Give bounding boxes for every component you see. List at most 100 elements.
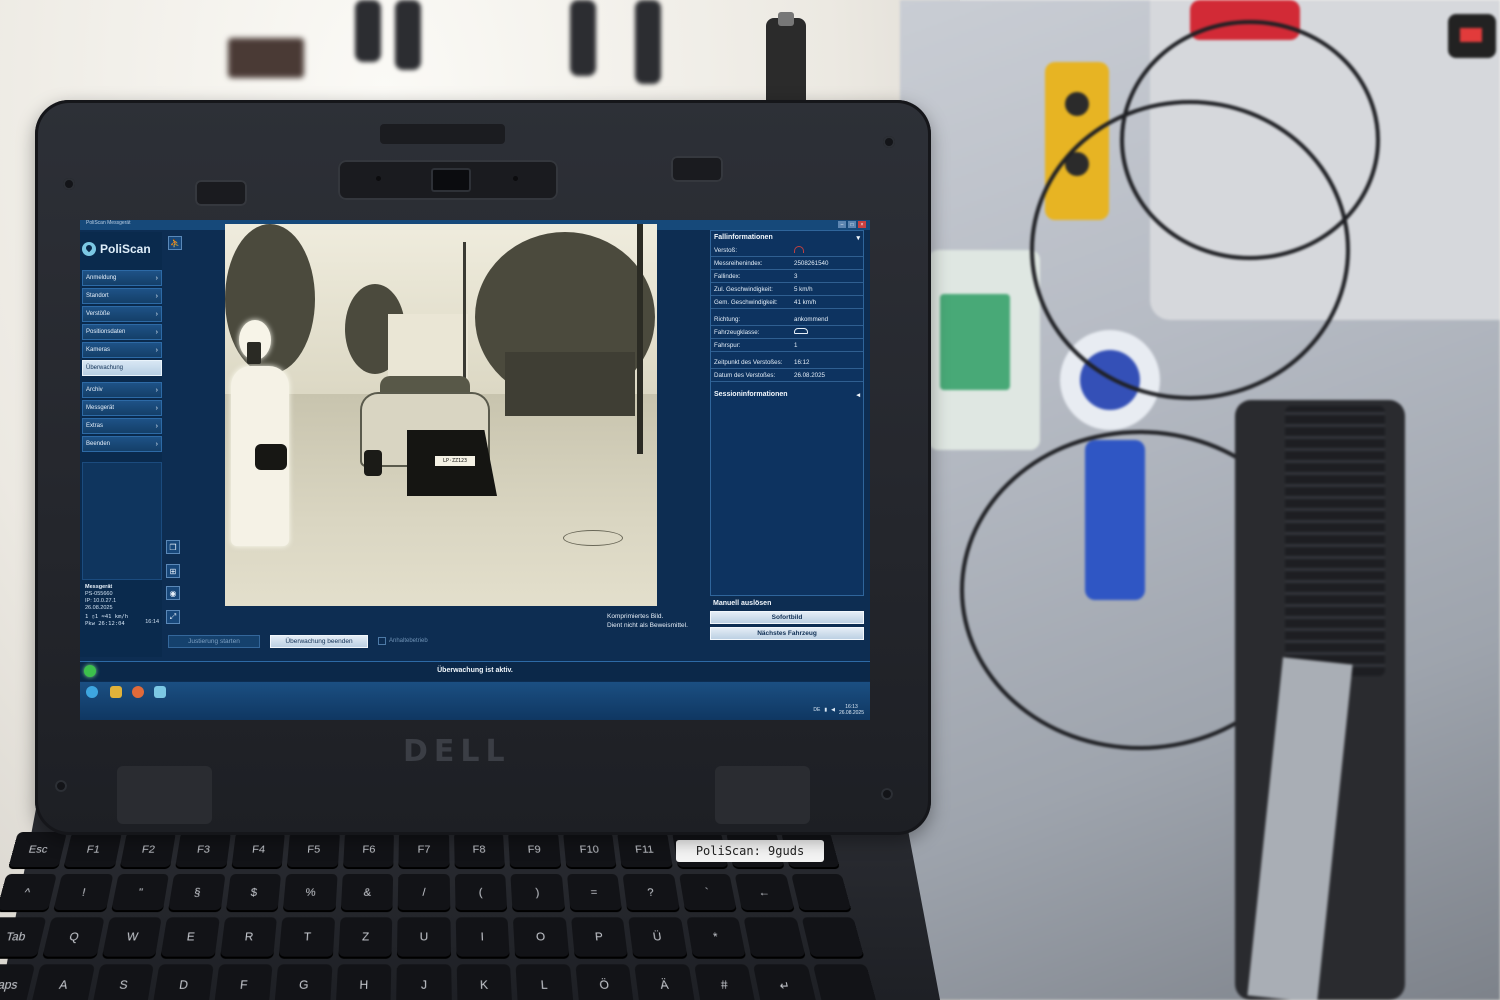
sidebar-item-messgeraet[interactable]: Messgerät › <box>82 400 162 416</box>
key[interactable]: F5 <box>287 832 340 869</box>
key[interactable]: & <box>340 873 394 913</box>
sidebar-item-ueberwachung[interactable]: Überwachung <box>82 360 162 376</box>
key[interactable]: / <box>397 873 451 913</box>
sidebar-item-extras[interactable]: Extras › <box>82 418 162 434</box>
stop-monitoring-button[interactable]: Überwachung beenden <box>270 634 368 648</box>
key[interactable]: F10 <box>562 832 617 869</box>
key[interactable]: S <box>91 963 155 1000</box>
key[interactable]: U <box>397 917 451 959</box>
chevron-right-icon: › <box>155 404 158 412</box>
key[interactable]: Ä <box>634 963 696 1000</box>
key[interactable]: % <box>283 873 338 913</box>
key[interactable]: ↵ <box>752 963 818 1000</box>
sidebar-item-standort[interactable]: Standort › <box>82 288 162 304</box>
key[interactable]: F3 <box>175 832 231 869</box>
start-alignment-button[interactable]: Justierung starten <box>168 634 260 648</box>
hinge-left <box>117 766 212 824</box>
network-icon[interactable]: ▮ <box>824 707 827 713</box>
key[interactable]: I <box>455 917 510 959</box>
maximize-icon[interactable]: □ <box>848 221 856 228</box>
key[interactable]: # <box>693 963 757 1000</box>
key[interactable]: F4 <box>231 832 286 869</box>
key[interactable]: ( <box>454 873 508 913</box>
key[interactable]: F1 <box>63 832 122 869</box>
camera-person <box>225 316 295 606</box>
key[interactable]: F6 <box>342 832 395 869</box>
key[interactable]: ) <box>510 873 565 913</box>
start-icon[interactable] <box>86 686 98 698</box>
key[interactable]: A <box>30 963 96 1000</box>
expand-icon[interactable]: ⤢ <box>166 610 180 624</box>
key[interactable]: H <box>335 963 392 1000</box>
sidebar-item-archiv[interactable]: Archiv › <box>82 382 162 398</box>
trailer-mode-checkbox[interactable]: Anhaltebetrieb <box>378 637 428 645</box>
case-info-header[interactable]: Fallinformationen ▾ <box>711 231 863 244</box>
key[interactable]: Ü <box>628 917 688 959</box>
key[interactable]: F11 <box>617 832 673 869</box>
key[interactable]: $ <box>225 873 282 913</box>
row-measured-speed: Gem. Geschwindigkeit: 41 km/h <box>711 296 863 309</box>
tray-language[interactable]: DE <box>813 707 820 713</box>
checkbox-icon[interactable] <box>378 637 386 645</box>
chevron-down-icon[interactable]: ▾ <box>856 234 860 242</box>
key[interactable]: ← <box>734 873 795 913</box>
key[interactable]: ` <box>678 873 738 913</box>
key[interactable]: O <box>513 917 570 959</box>
key[interactable]: F7 <box>398 832 450 869</box>
key[interactable]: F2 <box>119 832 177 869</box>
sidebar-item-verstoesse[interactable]: Verstöße › <box>82 306 162 322</box>
background-bottle <box>766 18 806 108</box>
key[interactable]: R <box>219 917 278 959</box>
minimize-icon[interactable]: – <box>838 221 846 228</box>
key[interactable]: E <box>160 917 220 959</box>
grid-icon[interactable]: ⊞ <box>166 564 180 578</box>
row-series-index: Messreihenindex: 2508261540 <box>711 257 863 270</box>
key[interactable]: Tab <box>0 917 47 959</box>
sidebar-item-positionsdaten[interactable]: Positionsdaten › <box>82 324 162 340</box>
sidebar-nav: Anmeldung › Standort › Verstöße › Positions… <box>82 270 162 454</box>
key[interactable] <box>743 917 806 959</box>
copy-icon[interactable]: ❐ <box>166 540 180 554</box>
key[interactable]: Caps <box>0 963 36 1000</box>
key[interactable]: Ö <box>574 963 635 1000</box>
sidebar-item-kameras[interactable]: Kameras › <box>82 342 162 358</box>
key[interactable]: W <box>101 917 163 959</box>
key[interactable]: * <box>685 917 747 959</box>
key[interactable]: ^ <box>0 873 58 913</box>
key[interactable]: D <box>152 963 214 1000</box>
key[interactable]: P <box>570 917 629 959</box>
next-vehicle-button[interactable]: Nächstes Fahrzeug <box>710 627 864 640</box>
chevron-left-icon[interactable]: ◂ <box>856 391 860 399</box>
key[interactable]: ! <box>53 873 114 913</box>
explorer-icon[interactable] <box>110 686 122 698</box>
session-info-header[interactable]: Sessioninformationen ◂ <box>711 388 863 401</box>
key[interactable]: T <box>278 917 335 959</box>
key[interactable]: Q <box>42 917 105 959</box>
key[interactable]: F8 <box>453 832 506 869</box>
tray-clock[interactable]: 16:13 26.08.2025 <box>839 704 864 716</box>
key[interactable]: K <box>456 963 513 1000</box>
key[interactable]: § <box>168 873 226 913</box>
key[interactable] <box>790 873 852 913</box>
close-icon[interactable]: × <box>858 221 866 228</box>
sidebar-item-beenden[interactable]: Beenden › <box>82 436 162 452</box>
key[interactable]: = <box>566 873 623 913</box>
equipment-grip <box>1285 406 1385 676</box>
key[interactable]: F9 <box>508 832 561 869</box>
sidebar-item-anmeldung[interactable]: Anmeldung › <box>82 270 162 286</box>
target-icon[interactable]: ◉ <box>166 586 180 600</box>
key[interactable]: ? <box>622 873 680 913</box>
key[interactable]: J <box>396 963 452 1000</box>
snapshot-button[interactable]: Sofortbild <box>710 611 864 624</box>
key[interactable]: G <box>274 963 333 1000</box>
poliscan-app-icon[interactable] <box>154 686 166 698</box>
key[interactable]: F <box>213 963 274 1000</box>
volume-icon[interactable]: ◀ <box>831 707 835 713</box>
camera-image[interactable]: LP·ZZ123 <box>225 224 657 606</box>
browser-icon[interactable] <box>132 686 144 698</box>
key[interactable]: Z <box>338 917 393 959</box>
key[interactable] <box>801 917 865 959</box>
key[interactable]: Esc <box>8 832 68 869</box>
key[interactable]: L <box>515 963 574 1000</box>
key[interactable]: " <box>110 873 170 913</box>
